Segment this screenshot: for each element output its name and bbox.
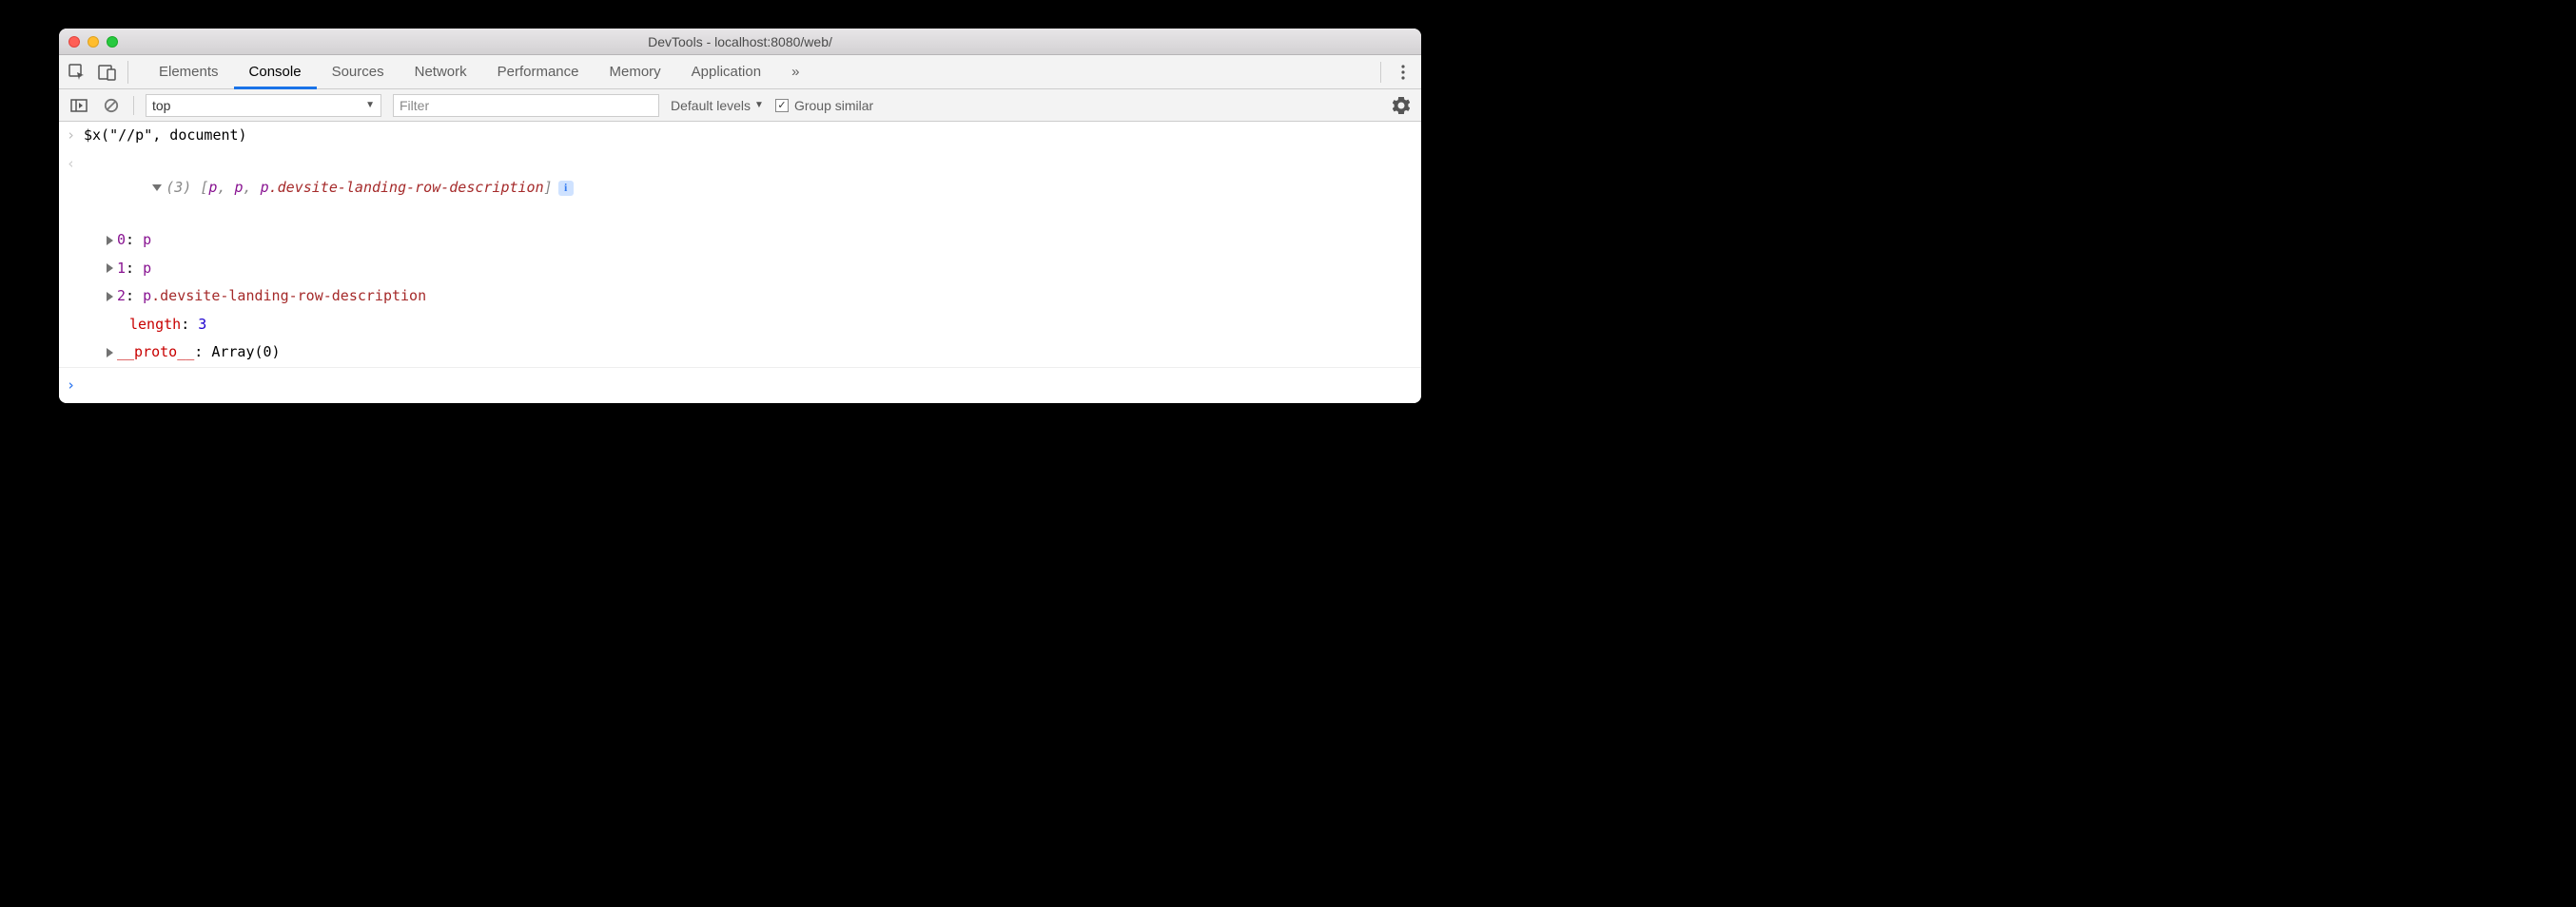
group-similar-checkbox[interactable]: ✓ Group similar bbox=[775, 98, 873, 113]
chevron-down-icon: ▼ bbox=[754, 100, 764, 110]
window-titlebar: DevTools - localhost:8080/web/ bbox=[59, 29, 1421, 55]
array-length: length: 3 bbox=[59, 311, 1421, 339]
array-entry-2[interactable]: 2: p.devsite-landing-row-description bbox=[59, 282, 1421, 311]
array-entry-0[interactable]: 0: p bbox=[59, 226, 1421, 255]
panel-tabs: Elements Console Sources Network Perform… bbox=[144, 55, 814, 88]
tab-console[interactable]: Console bbox=[234, 55, 317, 88]
disclosure-triangle-right-icon[interactable] bbox=[107, 292, 113, 301]
tabbar-divider bbox=[1380, 62, 1381, 83]
tab-elements[interactable]: Elements bbox=[144, 55, 234, 88]
execution-context-select[interactable]: top ▼ bbox=[146, 94, 381, 117]
disclosure-triangle-right-icon[interactable] bbox=[107, 348, 113, 357]
console-toolbar: top ▼ Default levels ▼ ✓ Group similar bbox=[59, 89, 1421, 122]
tab-performance[interactable]: Performance bbox=[482, 55, 595, 88]
window-title: DevTools - localhost:8080/web/ bbox=[59, 34, 1421, 49]
info-icon[interactable]: i bbox=[558, 181, 574, 196]
tab-application[interactable]: Application bbox=[676, 55, 776, 88]
device-toolbar-icon[interactable] bbox=[97, 62, 118, 83]
console-result-row[interactable]: ‹ (3) [p, p, p.devsite-landing-row-descr… bbox=[59, 150, 1421, 227]
disclosure-triangle-right-icon[interactable] bbox=[107, 236, 113, 245]
disclosure-triangle-right-icon[interactable] bbox=[107, 263, 113, 273]
clear-console-icon[interactable] bbox=[101, 95, 122, 116]
command-text: $x("//p", document) bbox=[84, 124, 1414, 148]
input-marker-icon: › bbox=[67, 124, 84, 148]
filter-input[interactable] bbox=[393, 94, 659, 117]
checkbox-icon: ✓ bbox=[775, 99, 789, 112]
context-label: top bbox=[152, 98, 170, 113]
inspect-element-icon[interactable] bbox=[67, 62, 88, 83]
log-levels-select[interactable]: Default levels ▼ bbox=[671, 98, 764, 113]
tab-network[interactable]: Network bbox=[400, 55, 482, 88]
result-summary: (3) [p, p, p.devsite-landing-row-descrip… bbox=[84, 152, 1414, 225]
devtools-window: DevTools - localhost:8080/web/ Elements … bbox=[59, 29, 1421, 403]
prompt-marker-icon: › bbox=[67, 374, 84, 398]
console-prompt-row[interactable]: › bbox=[59, 368, 1421, 404]
toggle-sidebar-icon[interactable] bbox=[68, 95, 89, 116]
settings-gear-icon[interactable] bbox=[1391, 95, 1412, 116]
tab-memory[interactable]: Memory bbox=[595, 55, 676, 88]
toolbar-sep-1 bbox=[133, 96, 134, 115]
tab-sources[interactable]: Sources bbox=[317, 55, 400, 88]
console-command-row[interactable]: › $x("//p", document) bbox=[59, 122, 1421, 150]
disclosure-triangle-down-icon[interactable] bbox=[152, 184, 162, 191]
array-entry-1[interactable]: 1: p bbox=[59, 255, 1421, 283]
chevron-down-icon: ▼ bbox=[365, 100, 375, 110]
group-similar-label: Group similar bbox=[794, 98, 873, 113]
main-tabbar: Elements Console Sources Network Perform… bbox=[59, 55, 1421, 89]
array-proto[interactable]: __proto__: Array(0) bbox=[59, 338, 1421, 368]
tabs-overflow-button[interactable]: » bbox=[776, 55, 814, 88]
levels-label: Default levels bbox=[671, 98, 751, 113]
output-marker-icon: ‹ bbox=[67, 152, 84, 177]
kebab-menu-icon[interactable] bbox=[1393, 62, 1414, 83]
console-body: › $x("//p", document) ‹ (3) [p, p, p.dev… bbox=[59, 122, 1421, 403]
